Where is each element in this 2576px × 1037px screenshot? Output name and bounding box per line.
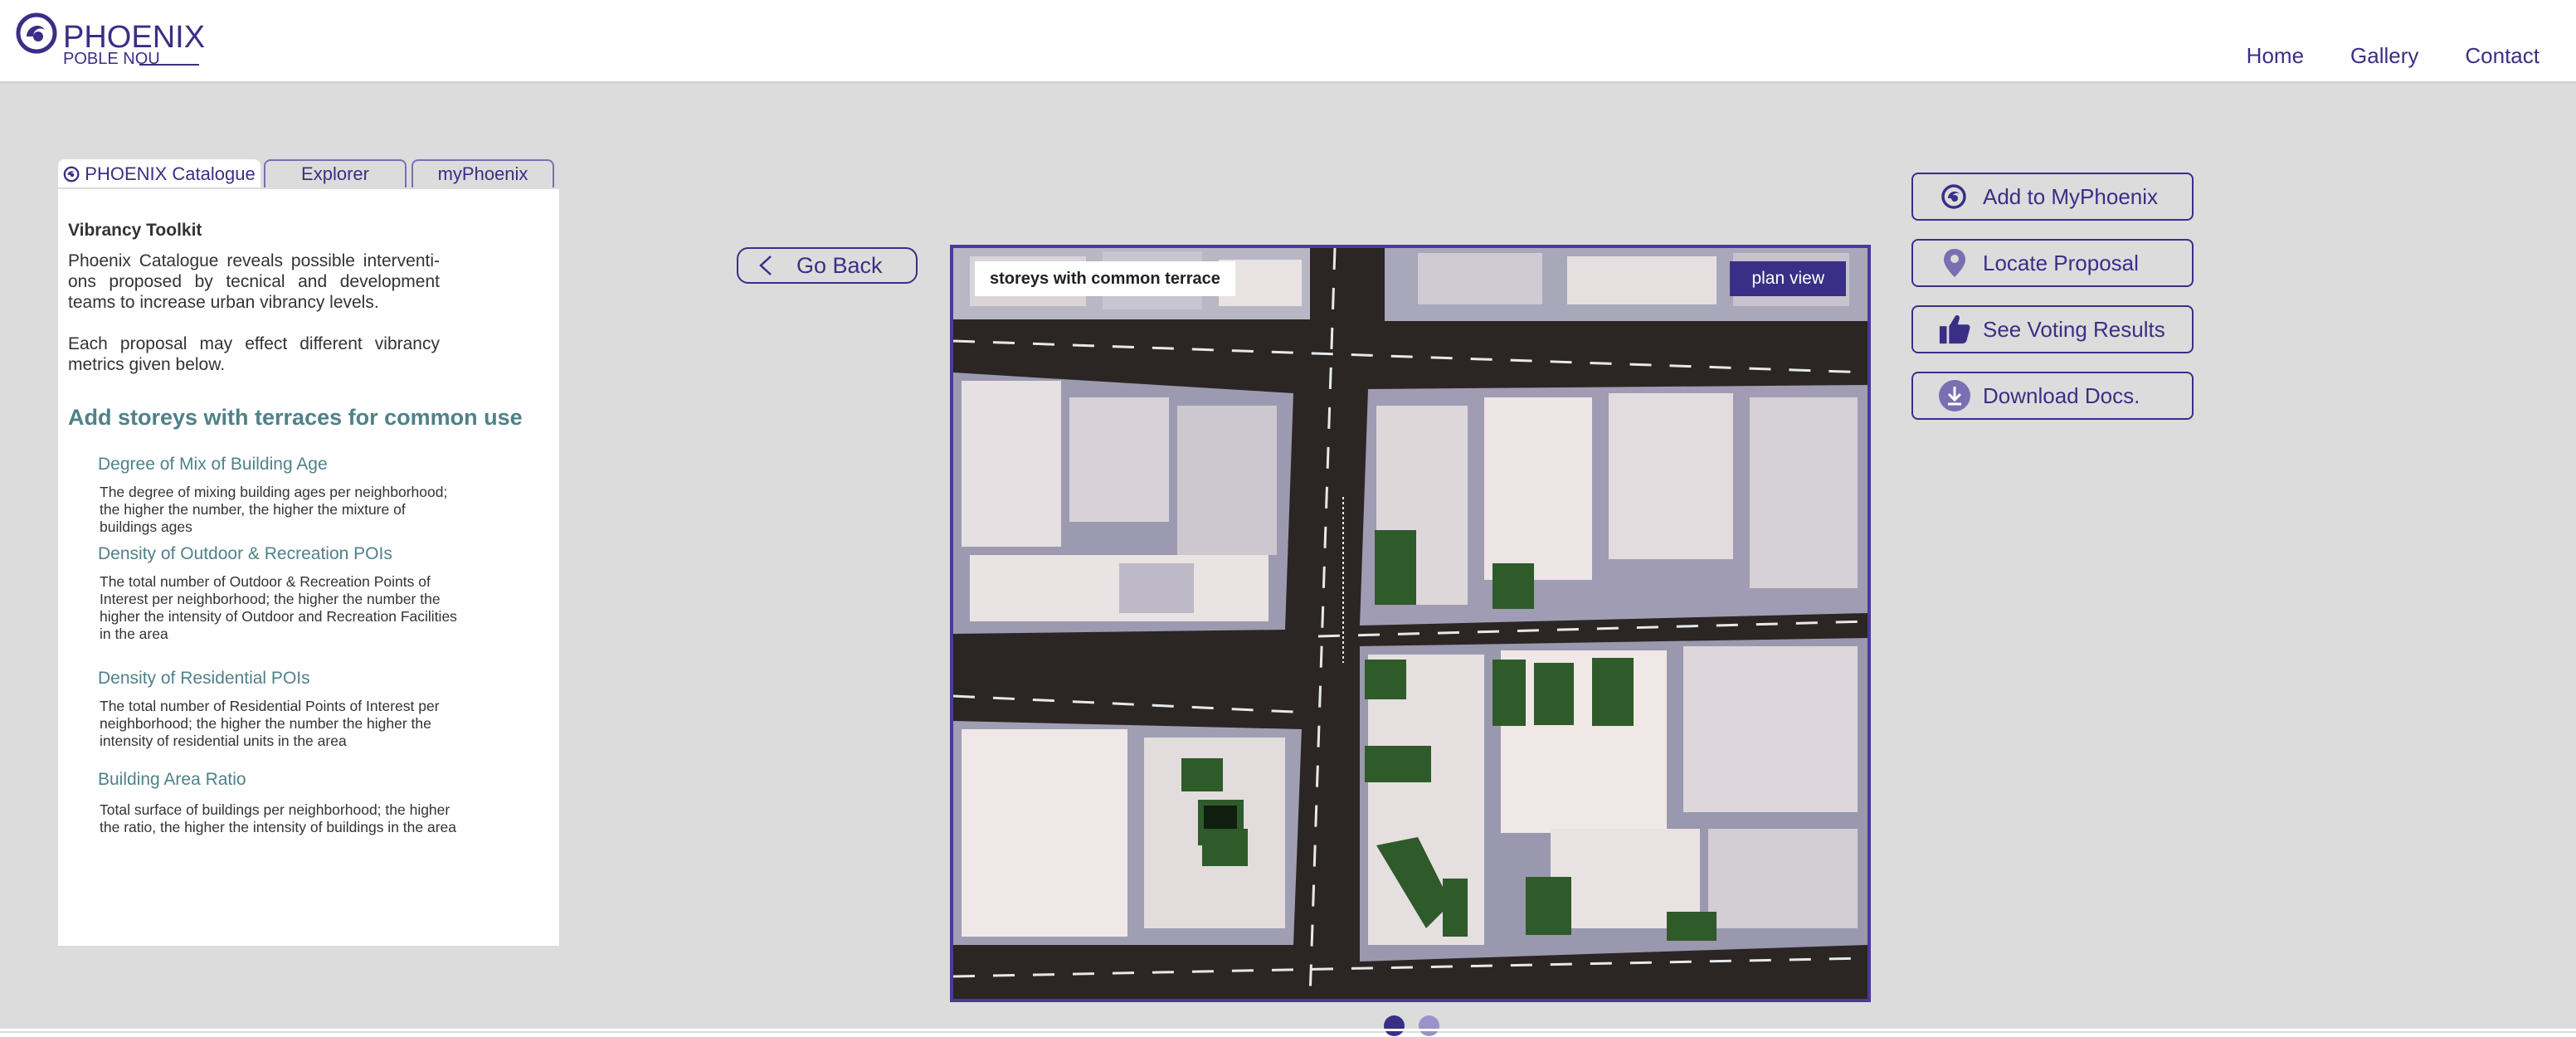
see-voting-results-button[interactable]: See Voting Results [1911, 305, 2194, 353]
panel-tabs: PHOENIX Catalogue Explorer myPhoenix [58, 159, 559, 189]
tab-explorer[interactable]: Explorer [264, 159, 407, 187]
phoenix-logo[interactable]: PHOENIX POBLE NOU [15, 12, 205, 70]
nav-contact[interactable]: Contact [2465, 43, 2539, 69]
carousel-dots [1384, 1015, 1439, 1037]
image-caption: storeys with common terrace [975, 261, 1235, 296]
metric-description: The total number of Residential Points o… [100, 698, 440, 749]
catalogue-panel: PHOENIX Catalogue Explorer myPhoenix Vib… [58, 159, 559, 946]
nav-home[interactable]: Home [2247, 43, 2304, 69]
phoenix-swirl-icon [63, 166, 80, 183]
site-header: PHOENIX POBLE NOU Home Gallery Contact [0, 0, 2576, 81]
go-back-button[interactable]: Go Back [737, 247, 918, 284]
proposal-image-viewer[interactable]: storeys with common terrace plan view [950, 245, 1871, 1002]
action-label: Add to MyPhoenix [1983, 183, 2159, 209]
carousel-dot[interactable] [1419, 1015, 1439, 1036]
panel-intro: Phoenix Catalogue reveals possible inter… [68, 251, 440, 312]
metric-title: Density of Residential POIs [98, 669, 310, 688]
metric-title: Degree of Mix of Building Age [98, 455, 328, 474]
tab-label: Explorer [301, 163, 369, 184]
phoenix-swirl-icon [1938, 180, 1971, 213]
tab-label: myPhoenix [437, 163, 528, 184]
tab-myphoenix[interactable]: myPhoenix [411, 159, 554, 187]
thumbs-up-icon [1938, 313, 1971, 346]
metric-title: Density of Outdoor & Recreation POIs [98, 544, 392, 563]
metric-description: The total number of Outdoor & Recreation… [100, 573, 457, 642]
aerial-city-render [953, 248, 1867, 999]
action-label: Locate Proposal [1983, 250, 2139, 275]
brand-underline [139, 64, 199, 66]
nav-gallery[interactable]: Gallery [2350, 43, 2418, 69]
top-nav: Home Gallery Contact [2200, 43, 2539, 69]
location-pin-icon [1938, 246, 1971, 280]
metric-description: Total surface of buildings per neighborh… [100, 801, 456, 835]
locate-proposal-button[interactable]: Locate Proposal [1911, 239, 2194, 287]
go-back-label: Go Back [796, 252, 883, 278]
panel-title: Vibrancy Toolkit [68, 221, 202, 240]
action-label: See Voting Results [1983, 316, 2165, 342]
tab-label: PHOENIX Catalogue [85, 163, 256, 184]
metric-title: Building Area Ratio [98, 770, 246, 789]
proposal-heading: Add storeys with terraces for common use [68, 405, 523, 430]
panel-body: Vibrancy Toolkit Phoenix Catalogue revea… [58, 189, 559, 946]
download-docs-button[interactable]: Download Docs. [1911, 372, 2194, 420]
plan-view-button[interactable]: plan view [1730, 261, 1846, 296]
brand-subtitle: POBLE NOU [63, 50, 160, 68]
add-to-myphoenix-button[interactable]: Add to MyPhoenix [1911, 173, 2194, 221]
carousel-dot-active[interactable] [1384, 1015, 1405, 1036]
panel-intro-2: Each proposal may effect different vibra… [68, 334, 440, 374]
tab-phoenix-catalogue[interactable]: PHOENIX Catalogue [58, 159, 261, 187]
main-area: PHOENIX Catalogue Explorer myPhoenix Vib… [0, 81, 2576, 1036]
action-label: Download Docs. [1983, 382, 2140, 408]
chevron-left-icon [759, 256, 772, 275]
phoenix-swirl-icon [16, 12, 57, 54]
download-icon [1938, 379, 1971, 412]
metric-description: The degree of mixing building ages per n… [100, 484, 448, 535]
